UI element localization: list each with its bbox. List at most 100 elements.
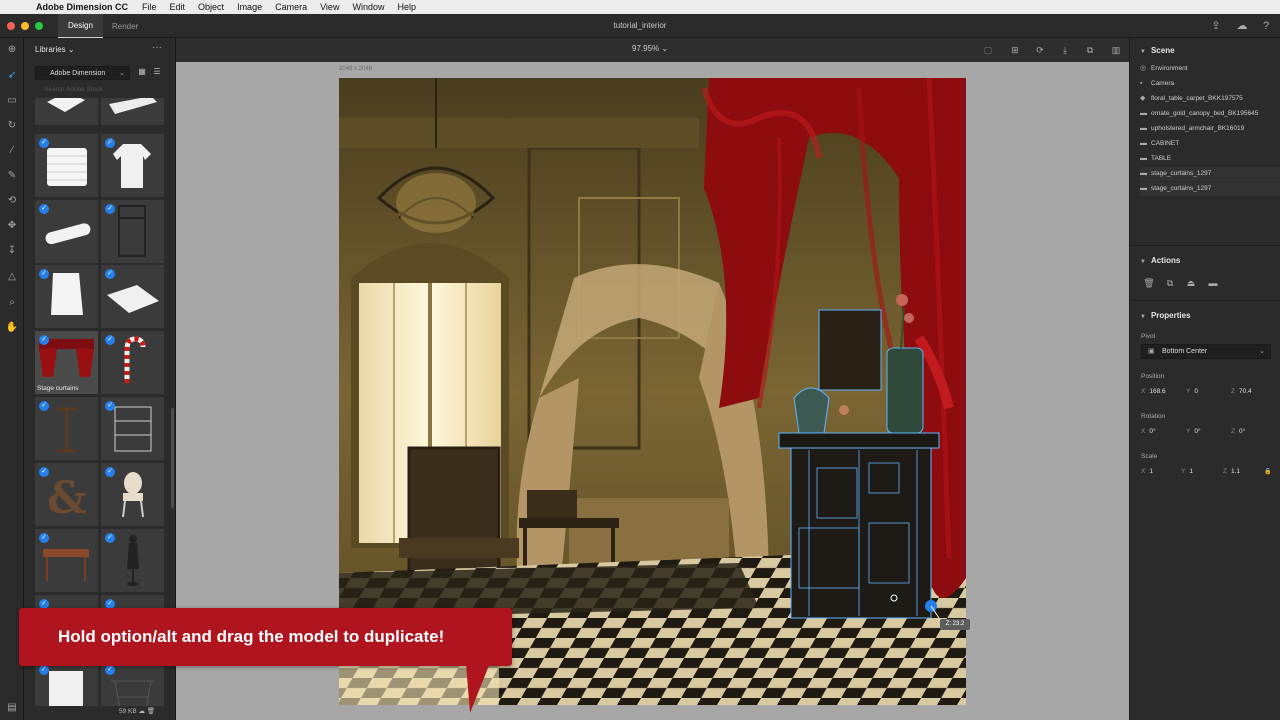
delete-icon[interactable]: 🗑 [1143,277,1155,289]
scene-section-header[interactable]: ▼ Scene [1140,46,1175,55]
scene-item-armchair[interactable]: ▬ upholstered_armchair_BK16019 [1140,122,1280,136]
pan-icon[interactable]: ✥ [4,218,20,234]
scale-y-field[interactable]: Y1 [1181,468,1193,475]
menu-help[interactable]: Help [397,2,416,12]
export-icon[interactable]: ▤ [4,700,20,716]
cloud-sync-icon[interactable]: ☁ [139,708,146,715]
zoom-tool-icon[interactable]: ⌕ [4,295,20,311]
scene-item-label: ornate_gold_canopy_bed_BK195645 [1151,110,1259,117]
position-z-field[interactable]: Z 70.4 [1231,388,1252,395]
menu-object[interactable]: Object [198,2,224,12]
help-icon[interactable]: ? [1258,18,1274,34]
eyedropper-icon[interactable]: ✎ [4,168,20,184]
select-area-icon[interactable]: ▭ [4,93,20,109]
scene-item-label: upholstered_armchair_BK16019 [1151,125,1245,132]
asset-tile[interactable]: ✓ [101,134,164,197]
scene-item-stage-curtains-copy[interactable]: ▬ stage_curtains_1297 [1140,182,1280,196]
tab-design[interactable]: Design [58,14,103,38]
chevron-down-icon: ⌄ [119,70,125,77]
app-name-menu[interactable]: Adobe Dimension CC [36,2,128,12]
asset-tile[interactable]: ✓ [35,529,98,592]
orbit-tool-icon[interactable]: ↻ [4,118,20,134]
select-tool-icon[interactable]: ➶ [4,68,20,84]
snap-icon[interactable]: ⧉ [1083,43,1097,57]
group-icon[interactable]: ▬ [1207,277,1219,289]
asset-tile[interactable]: ✓ [35,661,98,706]
menu-camera[interactable]: Camera [275,2,307,12]
checkmark-icon: ✓ [39,467,49,477]
add-content-icon[interactable]: ⊕ [4,42,20,58]
horizon-icon[interactable]: △ [4,269,20,285]
asset-tile[interactable]: ✓ [35,397,98,460]
render-preview-icon[interactable]: ▥ [1109,43,1123,57]
scale-z-field[interactable]: Z 1.1 [1223,468,1240,475]
checkmark-icon: ✓ [105,533,115,543]
menu-window[interactable]: Window [352,2,384,12]
model-icon: ◆ [1140,95,1146,102]
menu-edit[interactable]: Edit [170,2,186,12]
scene-item-table[interactable]: ▬ TABLE [1140,152,1280,166]
actions-section-header[interactable]: ▼ Actions [1140,256,1180,265]
duplicate-icon[interactable]: ⧉ [1164,277,1176,289]
checkmark-icon: ✓ [39,401,49,411]
asset-tile[interactable]: ✓ [101,529,164,592]
menu-image[interactable]: Image [237,2,262,12]
scale-x-field[interactable]: X1 [1141,468,1153,475]
scene-item-label: stage_curtains_1297 [1151,170,1212,177]
libraries-title[interactable]: Libraries ⌄ [35,45,75,54]
checkmark-icon: ✓ [105,138,115,148]
asset-tile[interactable] [35,98,98,125]
position-x-field[interactable]: X 168.6 [1141,388,1166,395]
library-select[interactable]: Adobe Dimension ⌄ [35,66,130,80]
pivot-select[interactable]: ▣ Bottom Center ⌄ [1141,344,1271,359]
rotation-z-field[interactable]: Z 0° [1231,428,1245,435]
scene-item-label: Camera [1151,80,1175,87]
asset-tile-stage-curtains[interactable]: ✓ Stage curtains [35,331,98,394]
scene-item-cabinet[interactable]: ▬ CABINET [1140,137,1280,151]
asset-tile[interactable]: ✓ [101,265,164,328]
scene-item-canopy-bed[interactable]: ▬ ornate_gold_canopy_bed_BK195645 [1140,107,1280,121]
asset-tile[interactable]: ✓ [101,331,164,394]
asset-tile[interactable]: ✓ [101,463,164,526]
asset-tile[interactable] [101,98,164,125]
align-icon[interactable]: ⊞ [1008,43,1022,57]
scene-item-environment[interactable]: ◎ Environment [1140,62,1280,76]
properties-section-header[interactable]: ▼ Properties [1140,311,1191,320]
position-y-field[interactable]: Y0 [1186,388,1198,395]
asset-tile[interactable]: ✓ [101,200,164,263]
magic-wand-icon[interactable]: ⁄ [4,143,20,159]
libraries-scrollbar[interactable] [171,408,174,508]
scene-item-camera[interactable]: ▪ Camera [1140,77,1280,91]
camera-orbit-icon[interactable]: ⟲ [4,193,20,209]
rotation-y-field[interactable]: Y 0° [1186,428,1201,435]
tab-render[interactable]: Render [104,14,146,38]
trash-icon[interactable]: 🗑 [147,708,155,715]
asset-tile[interactable]: & ✓ [35,463,98,526]
asset-tile[interactable]: ✓ [35,265,98,328]
asset-tile[interactable]: ✓ [101,397,164,460]
zoom-dropdown[interactable]: 97.95% ⌄ [632,44,668,53]
align-to-ground-icon[interactable]: ⏏ [1185,277,1197,289]
stock-search-input[interactable]: Search Adobe Stock [35,84,165,96]
list-view-icon[interactable]: ☰ [152,67,162,77]
frame-icon[interactable]: ▢ [981,43,995,57]
rotate-icon[interactable]: ⟳ [1033,43,1047,57]
asset-tile[interactable]: ✓ [101,661,164,706]
hand-tool-icon[interactable]: ✋ [4,320,20,336]
dolly-icon[interactable]: ↧ [4,243,20,259]
menu-file[interactable]: File [142,2,157,12]
drop-to-ground-icon[interactable]: ⤓ [1058,43,1072,57]
rotation-x-field[interactable]: X 0° [1141,428,1156,435]
cloud-icon[interactable]: ☁ [1234,18,1250,34]
lock-proportions-icon[interactable]: 🔒 [1264,468,1271,475]
share-icon[interactable]: ⇪ [1208,18,1224,34]
window-titlebar: tutorial_interior Design Render ⇪ ☁ ? [0,14,1280,38]
scene-item-carpet[interactable]: ◆ floral_table_carpet_BKK197575 [1140,92,1280,106]
asset-tile[interactable]: ✓ [35,200,98,263]
asset-tile[interactable]: ✓ [35,134,98,197]
scene-item-label: CABINET [1151,140,1180,147]
more-options-icon[interactable]: ··· [152,42,162,53]
menu-view[interactable]: View [320,2,339,12]
scene-item-stage-curtains[interactable]: ▬ stage_curtains_1297 [1140,167,1280,181]
grid-view-icon[interactable]: ▦ [137,67,147,77]
